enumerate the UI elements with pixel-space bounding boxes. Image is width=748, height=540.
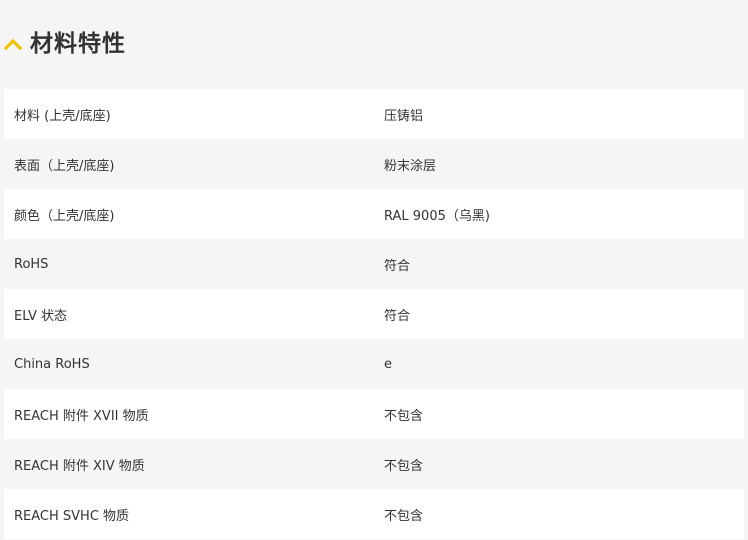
table-row: REACH 附件 XVII 物质 不包含 (4, 389, 744, 439)
spec-label: 材料 (上壳/底座) (14, 108, 111, 124)
spec-value: 不包含 (384, 508, 424, 524)
spec-label: China RoHS (14, 356, 90, 372)
table-row: China RoHS e (4, 339, 744, 389)
spec-label: RoHS (14, 256, 49, 272)
table-row: REACH SVHC 物质 不包含 (4, 489, 744, 539)
spec-table: 材料 (上壳/底座) 压铸铝 表面（上壳/底座) 粉末涂层 颜色（上壳/底座) … (4, 89, 744, 539)
table-row: RoHS 符合 (4, 239, 744, 289)
spec-value: e (384, 356, 392, 372)
table-row: 表面（上壳/底座) 粉末涂层 (4, 139, 744, 189)
table-row: 材料 (上壳/底座) 压铸铝 (4, 89, 744, 139)
spec-value: RAL 9005（乌黑) (384, 208, 490, 224)
table-row: REACH 附件 XIV 物质 不包含 (4, 439, 744, 489)
section-title: 材料特性 (30, 31, 126, 57)
spec-value: 符合 (384, 258, 411, 274)
section-header-materials[interactable]: 材料特性 (0, 0, 748, 88)
table-row: 颜色（上壳/底座) RAL 9005（乌黑) (4, 189, 744, 239)
spec-value: 符合 (384, 308, 411, 324)
spec-label: ELV 状态 (14, 308, 68, 324)
spec-label: REACH SVHC 物质 (14, 508, 130, 524)
spec-label: REACH 附件 XVII 物质 (14, 408, 149, 424)
spec-value: 不包含 (384, 408, 424, 424)
spec-value: 不包含 (384, 458, 424, 474)
spec-label: 颜色（上壳/底座) (14, 208, 115, 224)
chevron-up-icon (4, 38, 22, 51)
spec-label: REACH 附件 XIV 物质 (14, 458, 145, 474)
table-row: ELV 状态 符合 (4, 289, 744, 339)
spec-value: 粉末涂层 (384, 158, 437, 174)
spec-label: 表面（上壳/底座) (14, 158, 115, 174)
spec-value: 压铸铝 (384, 108, 424, 124)
